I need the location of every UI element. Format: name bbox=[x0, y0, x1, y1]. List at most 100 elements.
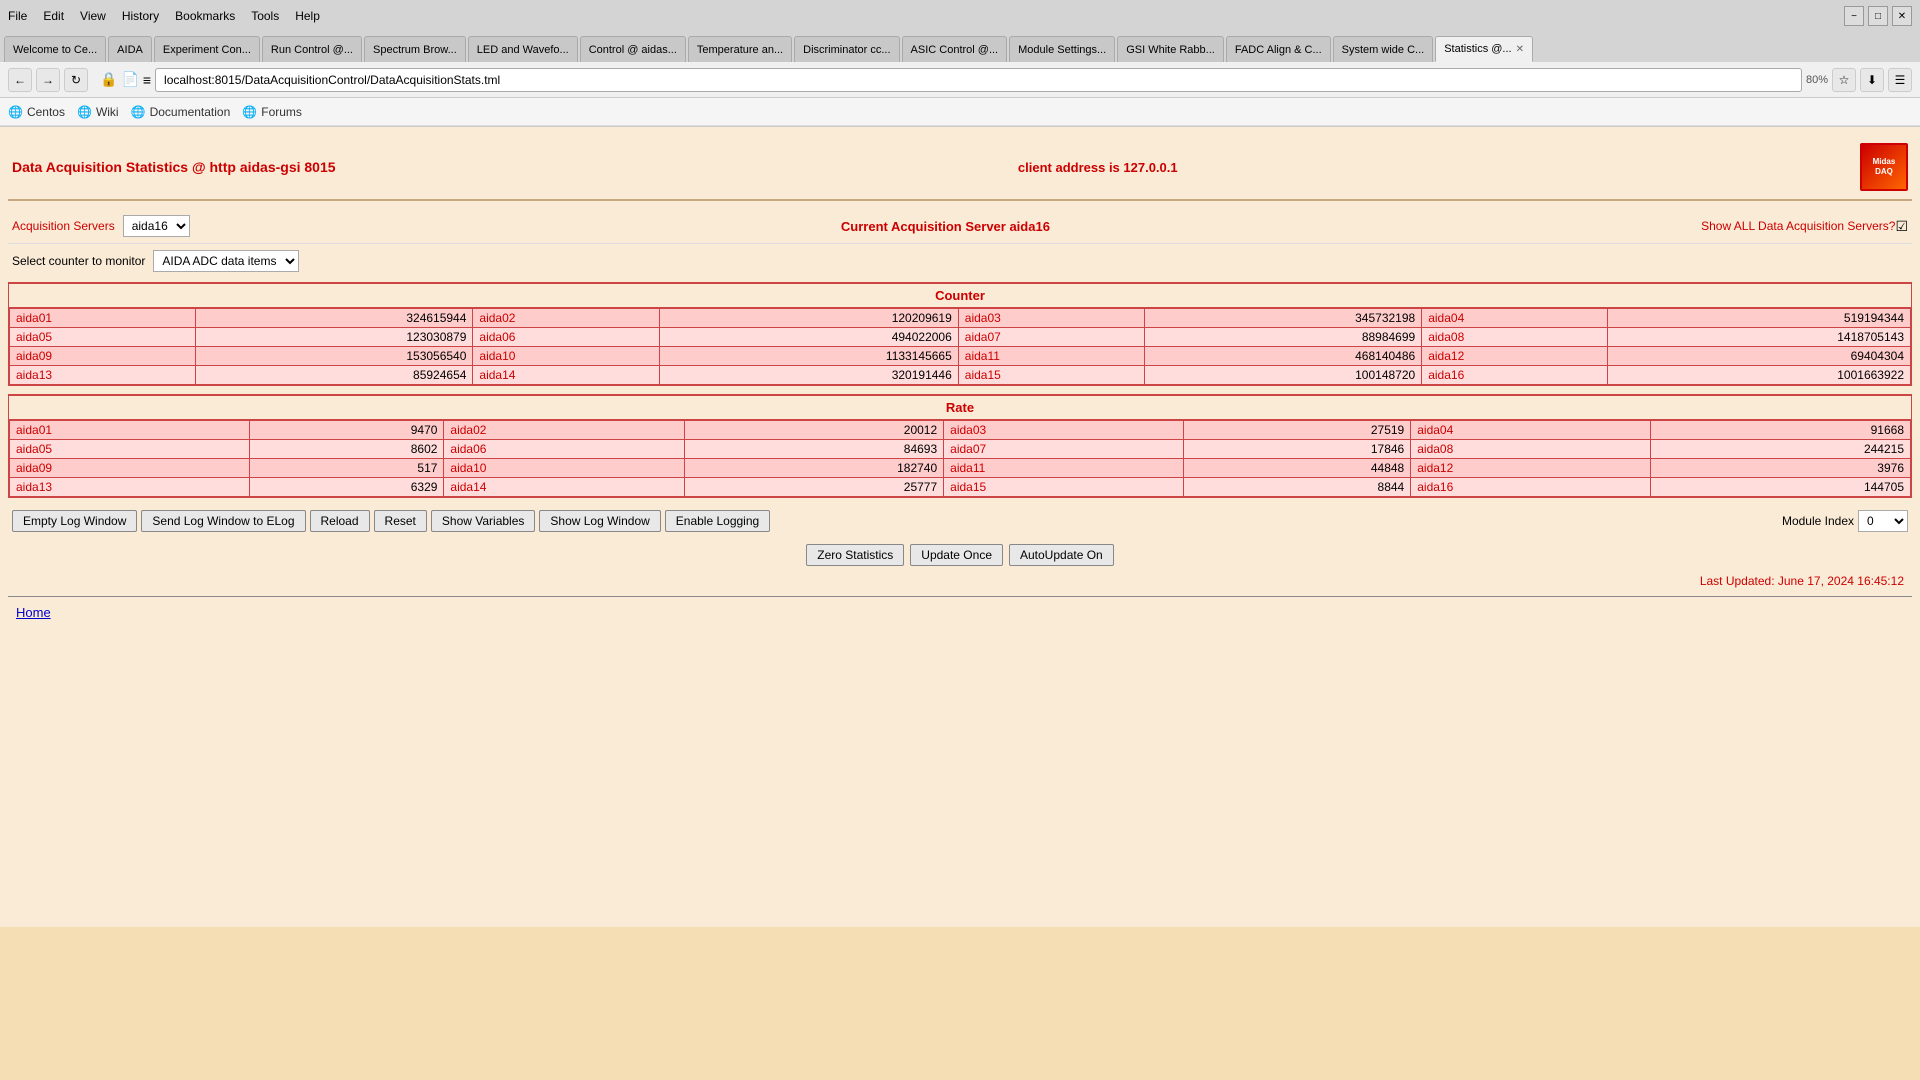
counter-label: aida14 bbox=[473, 366, 659, 385]
address-bar[interactable] bbox=[155, 68, 1802, 92]
table-row: aida05 8602 aida06 84693 aida07 17846 ai… bbox=[10, 440, 1911, 459]
menu-icon[interactable]: ☰ bbox=[1888, 68, 1912, 92]
globe-icon-docs: 🌐 bbox=[131, 105, 146, 119]
maximize-button[interactable]: □ bbox=[1868, 6, 1888, 26]
empty-log-button[interactable]: Empty Log Window bbox=[12, 510, 137, 532]
home-link[interactable]: Home bbox=[8, 601, 59, 624]
update-once-button[interactable]: Update Once bbox=[910, 544, 1003, 566]
tab-control[interactable]: Control @ aidas... bbox=[580, 36, 686, 62]
tab-welcome[interactable]: Welcome to Ce... bbox=[4, 36, 106, 62]
show-all-checkbox[interactable]: ☑ bbox=[1895, 218, 1908, 235]
back-button[interactable]: ← bbox=[8, 68, 32, 92]
rate-label: aida12 bbox=[1411, 459, 1651, 478]
table-row: aida05 123030879 aida06 494022006 aida07… bbox=[10, 328, 1911, 347]
module-index-container: Module Index 0 bbox=[1782, 510, 1908, 532]
reset-button[interactable]: Reset bbox=[374, 510, 427, 532]
reload-button[interactable]: ↻ bbox=[64, 68, 88, 92]
server-row: Acquisition Servers aida16 Current Acqui… bbox=[8, 209, 1912, 244]
rate-value: 244215 bbox=[1651, 440, 1911, 459]
bookmarks-bar: 🌐 Centos 🌐 Wiki 🌐 Documentation 🌐 Forums bbox=[0, 98, 1920, 126]
zero-statistics-button[interactable]: Zero Statistics bbox=[806, 544, 904, 566]
table-row: aida13 6329 aida14 25777 aida15 8844 aid… bbox=[10, 478, 1911, 497]
menu-bookmarks[interactable]: Bookmarks bbox=[175, 9, 235, 23]
shield-icon: 🔒 bbox=[100, 71, 117, 88]
table-row: aida01 324615944 aida02 120209619 aida03… bbox=[10, 309, 1911, 328]
rate-label: aida09 bbox=[10, 459, 250, 478]
zoom-level: 80% bbox=[1806, 74, 1828, 86]
rate-label: aida10 bbox=[444, 459, 684, 478]
tab-fadc[interactable]: FADC Align & C... bbox=[1226, 36, 1331, 62]
stats-buttons-row: Zero Statistics Update Once AutoUpdate O… bbox=[8, 540, 1912, 570]
counter-value: 519194344 bbox=[1608, 309, 1911, 328]
counter-label: aida13 bbox=[10, 366, 196, 385]
rate-section-wrapper: Rate aida01 9470 aida02 20012 aida03 275… bbox=[8, 394, 1912, 498]
rate-value: 3976 bbox=[1651, 459, 1911, 478]
rate-value: 6329 bbox=[250, 478, 444, 497]
module-index-select[interactable]: 0 bbox=[1858, 510, 1908, 532]
menu-view[interactable]: View bbox=[80, 9, 106, 23]
enable-logging-button[interactable]: Enable Logging bbox=[665, 510, 770, 532]
menu-tools[interactable]: Tools bbox=[251, 9, 279, 23]
tab-runcontrol[interactable]: Run Control @... bbox=[262, 36, 362, 62]
tab-led[interactable]: LED and Wavefo... bbox=[468, 36, 578, 62]
close-button[interactable]: ✕ bbox=[1892, 6, 1912, 26]
tab-system-wide[interactable]: System wide C... bbox=[1333, 36, 1434, 62]
show-all-servers-link[interactable]: Show ALL Data Acquisition Servers? bbox=[1701, 219, 1895, 233]
counter-label: aida12 bbox=[1422, 347, 1608, 366]
show-log-window-button[interactable]: Show Log Window bbox=[539, 510, 660, 532]
counter-label: aida07 bbox=[958, 328, 1144, 347]
page-title: Data Acquisition Statistics @ http aidas… bbox=[12, 159, 336, 175]
minimize-button[interactable]: − bbox=[1844, 6, 1864, 26]
bookmark-icon[interactable]: ☆ bbox=[1832, 68, 1856, 92]
counter-label: aida09 bbox=[10, 347, 196, 366]
counter-select[interactable]: AIDA ADC data items bbox=[153, 250, 299, 272]
globe-icon-forums: 🌐 bbox=[242, 105, 257, 119]
server-select[interactable]: aida16 bbox=[123, 215, 190, 237]
tab-spectrum[interactable]: Spectrum Brow... bbox=[364, 36, 466, 62]
tab-aida[interactable]: AIDA bbox=[108, 36, 152, 62]
menu-help[interactable]: Help bbox=[295, 9, 320, 23]
counter-value: 324615944 bbox=[196, 309, 473, 328]
counter-label: aida16 bbox=[1422, 366, 1608, 385]
counter-section-wrapper: Counter aida01 324615944 aida02 12020961… bbox=[8, 282, 1912, 386]
counter-value: 1001663922 bbox=[1608, 366, 1911, 385]
menu-history[interactable]: History bbox=[122, 9, 159, 23]
counter-table: aida01 324615944 aida02 120209619 aida03… bbox=[9, 308, 1911, 385]
rate-section-header: Rate bbox=[9, 395, 1911, 420]
counter-label: aida08 bbox=[1422, 328, 1608, 347]
bookmark-centos[interactable]: 🌐 Centos bbox=[8, 105, 65, 119]
bookmark-documentation[interactable]: 🌐 Documentation bbox=[131, 105, 231, 119]
nav-bar: ← → ↻ 🔒 📄 ≡ 80% ☆ ⬇ ☰ bbox=[0, 62, 1920, 98]
tab-statistics[interactable]: Statistics @... ✕ bbox=[1435, 36, 1533, 62]
page-icon: 📄 bbox=[121, 71, 138, 88]
auto-update-button[interactable]: AutoUpdate On bbox=[1009, 544, 1114, 566]
tab-discriminator[interactable]: Discriminator cc... bbox=[794, 36, 899, 62]
tab-gsi-white[interactable]: GSI White Rabb... bbox=[1117, 36, 1224, 62]
module-index-label: Module Index bbox=[1782, 514, 1854, 528]
counter-label: aida03 bbox=[958, 309, 1144, 328]
bookmark-forums[interactable]: 🌐 Forums bbox=[242, 105, 302, 119]
rate-label: aida15 bbox=[944, 478, 1184, 497]
show-variables-button[interactable]: Show Variables bbox=[431, 510, 536, 532]
send-log-button[interactable]: Send Log Window to ELog bbox=[141, 510, 305, 532]
bookmark-wiki[interactable]: 🌐 Wiki bbox=[77, 105, 119, 119]
rate-value: 9470 bbox=[250, 421, 444, 440]
table-row: aida01 9470 aida02 20012 aida03 27519 ai… bbox=[10, 421, 1911, 440]
tab-close-icon[interactable]: ✕ bbox=[1516, 44, 1524, 55]
rate-value: 17846 bbox=[1184, 440, 1411, 459]
tab-asic[interactable]: ASIC Control @... bbox=[902, 36, 1008, 62]
rate-label: aida14 bbox=[444, 478, 684, 497]
counter-label: aida05 bbox=[10, 328, 196, 347]
tab-module-settings[interactable]: Module Settings... bbox=[1009, 36, 1115, 62]
reload-page-button[interactable]: Reload bbox=[310, 510, 370, 532]
counter-value: 88984699 bbox=[1144, 328, 1421, 347]
window-controls: − □ ✕ bbox=[1844, 6, 1912, 26]
menu-file[interactable]: File bbox=[8, 9, 27, 23]
download-icon[interactable]: ⬇ bbox=[1860, 68, 1884, 92]
tab-temperature[interactable]: Temperature an... bbox=[688, 36, 792, 62]
menu-edit[interactable]: Edit bbox=[43, 9, 64, 23]
counter-label: aida10 bbox=[473, 347, 659, 366]
tab-experiment[interactable]: Experiment Con... bbox=[154, 36, 260, 62]
table-row: aida09 153056540 aida10 1133145665 aida1… bbox=[10, 347, 1911, 366]
forward-button[interactable]: → bbox=[36, 68, 60, 92]
